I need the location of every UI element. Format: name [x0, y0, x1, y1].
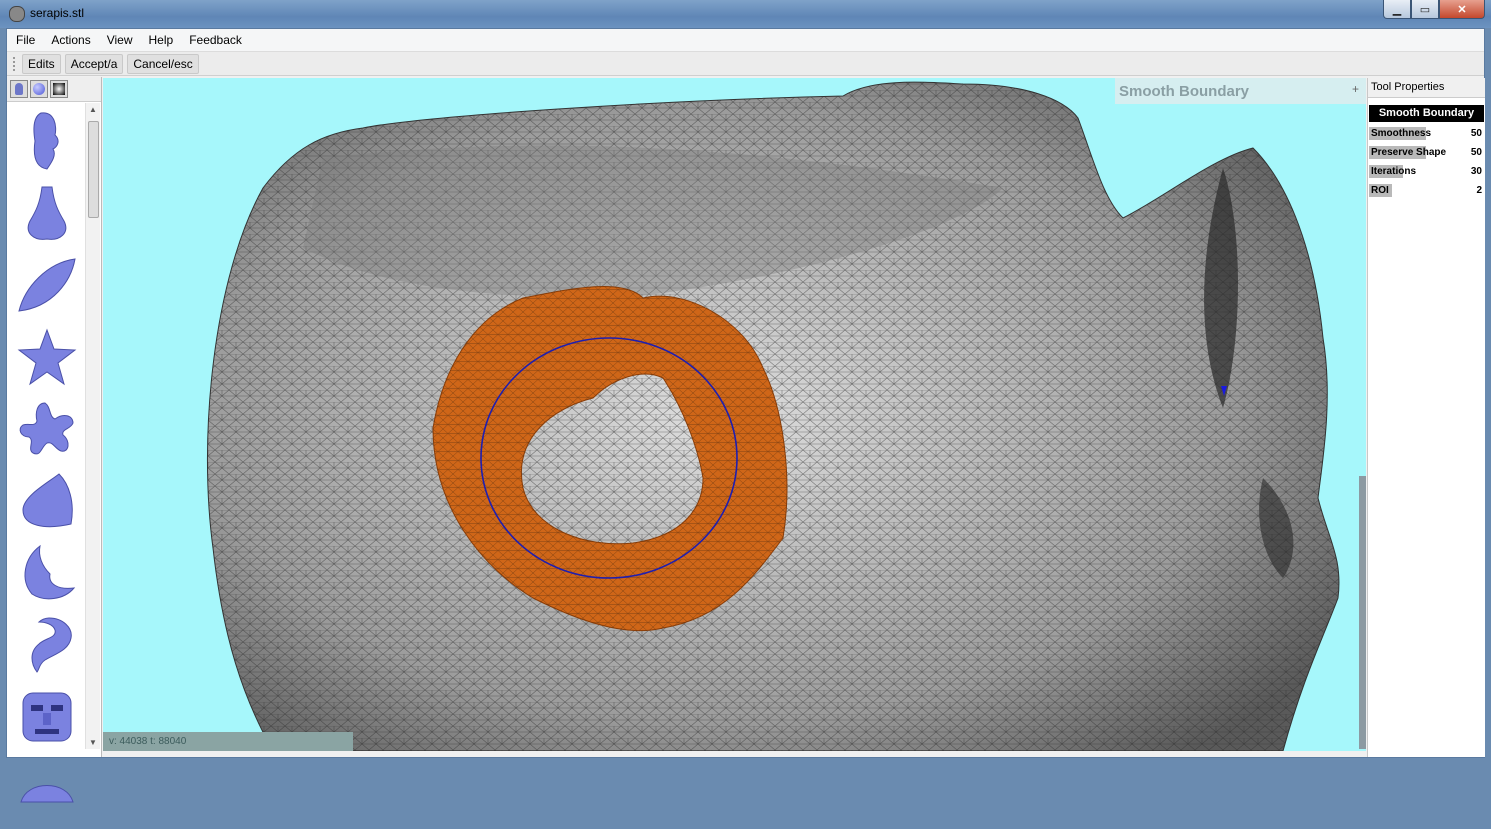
menu-view[interactable]: View [98, 33, 140, 47]
mesh-render [206, 81, 1340, 751]
param-slider-smoothness[interactable]: Smoothness 50 [1369, 125, 1482, 142]
stamp-dome[interactable] [15, 757, 79, 821]
menu-bar: File Actions View Help Feedback [7, 29, 1484, 52]
scroll-up-icon[interactable]: ▲ [89, 105, 97, 114]
mesh-stats: v: 44038 t: 88040 [109, 736, 187, 747]
sphere-icon[interactable] [30, 80, 48, 98]
minimize-button[interactable]: ▁ [1383, 0, 1411, 19]
palette-tabs [7, 77, 101, 102]
menu-actions[interactable]: Actions [42, 33, 97, 47]
maximize-button[interactable]: ▭ [1411, 0, 1439, 19]
window-controls: ▁ ▭ ✕ [1383, 0, 1485, 19]
param-value: 50 [1470, 147, 1482, 158]
param-slider-iterations[interactable]: Iterations 30 [1369, 163, 1482, 180]
stamp-half-dome[interactable] [15, 469, 79, 533]
toolbar-grip[interactable] [13, 56, 18, 71]
stamp-nose[interactable] [15, 181, 79, 245]
stamp-leaf[interactable] [15, 253, 79, 317]
tool-header: Smooth Boundary + [1115, 78, 1366, 104]
param-value: 50 [1470, 128, 1482, 139]
stamp-crescent[interactable] [15, 541, 79, 605]
menu-feedback[interactable]: Feedback [180, 33, 249, 47]
toolbar: Edits Accept/a Cancel/esc [7, 52, 1484, 76]
expand-icon[interactable]: + [1352, 82, 1359, 96]
stamp-hook[interactable] [15, 613, 79, 677]
edits-button[interactable]: Edits [22, 53, 61, 74]
menu-file[interactable]: File [7, 33, 42, 47]
tool-title: Smooth Boundary [1119, 83, 1249, 100]
stamp-mask[interactable] [15, 685, 79, 749]
tool-name: Smooth Boundary [1369, 105, 1484, 122]
stamp-face[interactable] [15, 109, 79, 173]
stamp-splat[interactable] [15, 397, 79, 461]
param-value: 2 [1476, 185, 1482, 196]
param-list: Smoothness 50 Preserve Shape 50 Iterations 30… [1368, 125, 1485, 199]
menu-help[interactable]: Help [140, 33, 181, 47]
param-slider-preserve-shape[interactable]: Preserve Shape 50 [1369, 144, 1482, 161]
stamp-list [7, 103, 85, 829]
head-icon[interactable] [10, 80, 28, 98]
gradient-icon[interactable] [50, 80, 68, 98]
app-window: File Actions View Help Feedback Edits Ac… [6, 28, 1485, 803]
stamp-star[interactable] [15, 325, 79, 389]
window-title: serapis.stl [30, 6, 85, 20]
param-value: 30 [1470, 166, 1482, 177]
scroll-down-icon[interactable]: ▼ [89, 738, 97, 747]
stamp-palette: ▲ ▼ [7, 77, 102, 803]
param-slider-roi[interactable]: ROI 2 [1369, 182, 1482, 199]
param-label: Preserve Shape [1371, 147, 1447, 158]
panel-title: Tool Properties [1368, 78, 1485, 98]
title-bar: serapis.stl ▁ ▭ ✕ [0, 0, 1491, 28]
close-button[interactable]: ✕ [1439, 0, 1485, 19]
cancel-button[interactable]: Cancel/esc [127, 53, 199, 74]
scroll-thumb[interactable] [88, 121, 99, 218]
app-icon [9, 6, 25, 22]
3d-viewport[interactable]: Smooth Boundary + v: 44038 t: 88040 [103, 78, 1366, 751]
viewport-side-bar [1359, 476, 1366, 749]
palette-scrollbar[interactable]: ▲ ▼ [85, 103, 100, 749]
param-label: Iterations [1371, 166, 1417, 177]
param-label: ROI [1371, 185, 1389, 196]
param-label: Smoothness [1371, 128, 1432, 139]
tool-properties-panel: Tool Properties Smooth Boundary Smoothne… [1367, 78, 1485, 757]
status-bar: v: 44038 t: 88040 [103, 732, 353, 751]
accept-button[interactable]: Accept/a [64, 53, 124, 74]
